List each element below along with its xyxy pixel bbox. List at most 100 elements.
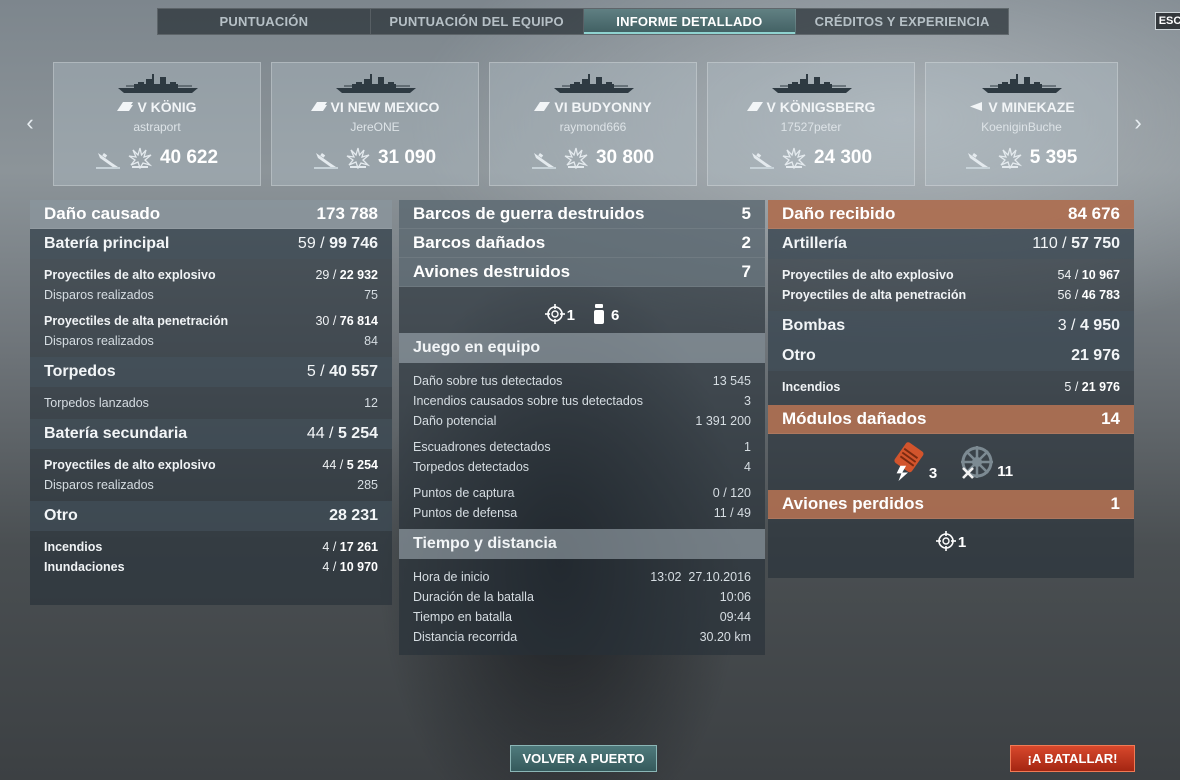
- damage-burst-icon: [998, 147, 1022, 169]
- row-label: Barcos dañados: [413, 233, 546, 252]
- stat-value: 1: [566, 307, 575, 324]
- time-distance-rows: Hora de inicio 13:02 27.10.2016 Duración …: [399, 559, 765, 653]
- battle-button[interactable]: ¡A BATALLAR!: [1010, 745, 1135, 772]
- damage-dealt-header: Daño causado 173 788: [30, 200, 392, 229]
- ship-name-text: VI BUDYONNY: [554, 99, 652, 115]
- ship-sunk-icon: [314, 147, 338, 169]
- section-value: 59 / 99 746: [297, 235, 378, 252]
- chevron-left-icon[interactable]: ‹: [20, 110, 40, 135]
- ship-name-text: V KÖNIG: [137, 99, 197, 115]
- header-label: Módulos dañados: [782, 409, 927, 428]
- fighter-stat: 6: [593, 304, 619, 324]
- row-label: Aviones destruidos: [413, 262, 571, 281]
- row-label: Disparos realizados: [44, 334, 154, 348]
- row-label: Distancia recorrida: [413, 630, 518, 644]
- ship-card[interactable]: VI NEW MEXICO JereONE 31 090: [271, 62, 479, 186]
- row-value: 4: [744, 460, 751, 474]
- ship-silhouette-icon: [770, 73, 854, 95]
- list-item: Proyectiles de alta penetración 30 / 76 8…: [44, 311, 378, 331]
- damage-burst-icon: [128, 147, 152, 169]
- hits-value: 54: [1057, 268, 1072, 282]
- list-item: Tiempo en batalla 09:44: [413, 607, 751, 627]
- list-item: Disparos realizados 285: [44, 475, 378, 495]
- section-label: Otro: [44, 507, 78, 524]
- row-label: Escuadrones detectados: [413, 440, 551, 454]
- row-value: 0 / 120: [712, 486, 751, 500]
- ship-silhouette-icon: [980, 73, 1064, 95]
- damage-burst-icon: [782, 147, 806, 169]
- modules-damaged-header: Módulos dañados 14: [768, 405, 1134, 434]
- section-label: Tiempo y distancia: [413, 535, 557, 552]
- section-label: Juego en equipo: [413, 339, 541, 356]
- damage-value: 76 814: [339, 314, 378, 328]
- secondary-rows: Proyectiles de alto explosivo 44 / 5 254 …: [30, 449, 392, 501]
- ship-name: VI NEW MEXICO: [272, 99, 478, 115]
- tab-credits-experience[interactable]: CRÉDITOS Y EXPERIENCIA: [796, 9, 1008, 34]
- row-label: Torpedos detectados: [413, 460, 530, 474]
- tab-detailed-report[interactable]: INFORME DETALLADO: [583, 9, 797, 34]
- damage-value: 40 557: [329, 363, 378, 380]
- list-item: Puntos de captura 0 / 120: [413, 483, 751, 503]
- hits-value: 4: [322, 560, 330, 574]
- ship-card[interactable]: V MINEKAZE KoeniginBuche 5 395: [925, 62, 1118, 186]
- damage-value: 17 261: [339, 540, 378, 554]
- row-label: Hora de inicio: [413, 570, 490, 584]
- time-distance-header: Tiempo y distancia: [399, 529, 765, 559]
- esc-button[interactable]: ESC: [1155, 12, 1180, 30]
- ships-damaged-row: Barcos dañados 2: [399, 229, 765, 258]
- row-value: 4 / 17 261: [322, 540, 378, 554]
- list-item: Daño potencial 1 391 200: [413, 411, 751, 431]
- header-value: 14: [1101, 409, 1120, 428]
- row-value: 54 / 10 967: [1057, 268, 1120, 282]
- damage-value: 57 750: [1071, 235, 1120, 252]
- ship-sunk-icon: [750, 147, 774, 169]
- row-value: 30.20 km: [699, 630, 751, 644]
- row-value: 4 / 10 970: [322, 560, 378, 574]
- ship-sunk-icon: [532, 147, 556, 169]
- hits-value: 30: [315, 314, 330, 328]
- ship-stats: 40 622: [54, 147, 260, 169]
- cruiser-class-icon: [746, 102, 763, 111]
- ship-name: V KÖNIGSBERG: [708, 99, 914, 115]
- damage-burst-icon: [346, 147, 370, 169]
- ship-card[interactable]: VI BUDYONNY raymond666 30 800: [489, 62, 697, 186]
- other-dealt-rows: Incendios 4 / 17 261 Inundaciones 4 / 10 9…: [30, 531, 392, 583]
- list-item: Disparos realizados 84: [44, 331, 378, 351]
- section-label: Bombas: [782, 317, 846, 334]
- row-label: Inundaciones: [44, 560, 125, 574]
- ship-name-text: V MINEKAZE: [988, 99, 1075, 115]
- hits-value: 5: [1064, 380, 1072, 394]
- torpedoes-header: Torpedos 5 / 40 557: [30, 357, 392, 387]
- torpedo-rows: Torpedos lanzados 12: [30, 387, 392, 419]
- tab-score[interactable]: PUNTUACIÓN: [158, 9, 371, 34]
- damage-burst-icon: [564, 147, 588, 169]
- tab-team-score[interactable]: PUNTUACIÓN DEL EQUIPO: [371, 9, 584, 34]
- row-label: Incendios causados sobre tus detectados: [413, 394, 644, 408]
- list-item: Proyectiles de alta penetración 56 / 46 7…: [782, 285, 1120, 305]
- hits-value: 44: [322, 458, 337, 472]
- damage-dealt-panel: Daño causado 173 788 Batería principal 5…: [30, 200, 392, 605]
- ship-card[interactable]: V KÖNIGSBERG 17527peter 24 300: [707, 62, 915, 186]
- row-value: 44 / 5 254: [322, 458, 378, 472]
- row-value: 5: [741, 204, 751, 223]
- ship-card[interactable]: V KÖNIG astraport 40 622: [53, 62, 261, 186]
- list-item: Incendios 4 / 17 261: [44, 537, 378, 557]
- main-battery-header: Batería principal 59 / 99 746: [30, 229, 392, 259]
- header-label: Daño causado: [44, 204, 161, 223]
- engine-stat: 3: [889, 442, 937, 482]
- player-name: KoeniginBuche: [981, 120, 1062, 134]
- ship-stats: 5 395: [926, 147, 1117, 169]
- ship-name-text: V KÖNIGSBERG: [766, 99, 876, 115]
- row-value: 1: [744, 440, 751, 454]
- ship-stats: 31 090: [272, 147, 478, 169]
- chevron-right-icon[interactable]: ›: [1128, 110, 1148, 135]
- list-item: Proyectiles de alto explosivo 54 / 10 967: [782, 265, 1120, 285]
- row-value: 84: [364, 334, 378, 348]
- ship-sunk-icon: [96, 147, 120, 169]
- list-item: Disparos realizados 75: [44, 285, 378, 305]
- list-item: Proyectiles de alto explosivo 29 / 22 932: [44, 265, 378, 285]
- return-to-port-button[interactable]: VOLVER A PUERTO: [510, 745, 657, 772]
- secondary-battery-header: Batería secundaria 44 / 5 254: [30, 419, 392, 449]
- planes-lost-header: Aviones perdidos 1: [768, 490, 1134, 519]
- modules-damaged-breakdown: 3 11: [768, 434, 1134, 490]
